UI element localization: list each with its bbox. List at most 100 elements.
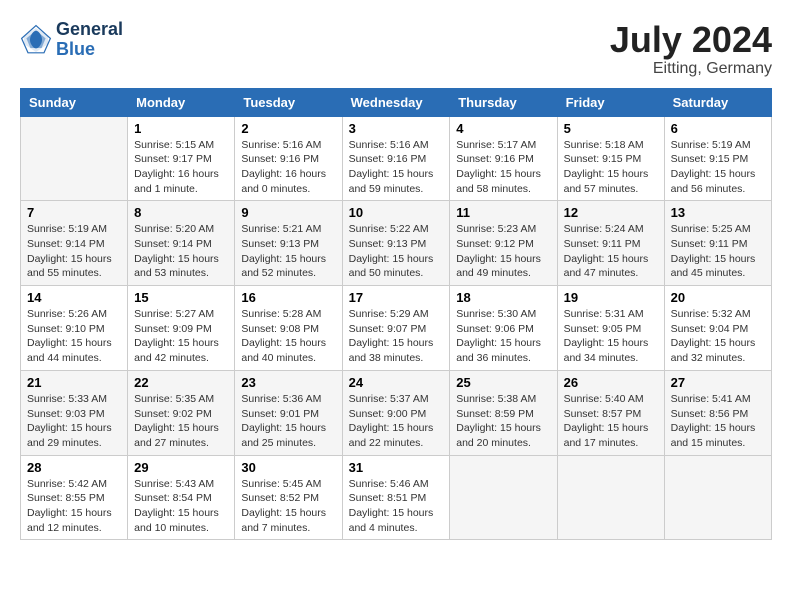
day-info: Sunrise: 5:24 AM Sunset: 9:11 PM Dayligh… bbox=[564, 222, 658, 281]
calendar-cell: 27Sunrise: 5:41 AM Sunset: 8:56 PM Dayli… bbox=[664, 370, 771, 455]
day-number: 14 bbox=[27, 290, 121, 305]
day-info: Sunrise: 5:16 AM Sunset: 9:16 PM Dayligh… bbox=[349, 138, 444, 197]
calendar-table: SundayMondayTuesdayWednesdayThursdayFrid… bbox=[20, 88, 772, 541]
page-header: GeneralBlue July 2024 Eitting, Germany bbox=[20, 20, 772, 78]
calendar-cell: 4Sunrise: 5:17 AM Sunset: 9:16 PM Daylig… bbox=[450, 116, 557, 201]
day-info: Sunrise: 5:42 AM Sunset: 8:55 PM Dayligh… bbox=[27, 477, 121, 536]
calendar-cell: 14 Sunrise: 5:26 AM Sunset: 9:10 PM Dayli… bbox=[21, 286, 128, 371]
day-number: 18 bbox=[456, 290, 550, 305]
logo-text: GeneralBlue bbox=[56, 20, 123, 60]
calendar-cell: 10 Sunrise: 5:22 AM Sunset: 9:13 PM Dayli… bbox=[342, 201, 450, 286]
calendar-cell: 6 Sunrise: 5:19 AM Sunset: 9:15 PM Daylig… bbox=[664, 116, 771, 201]
day-info: Sunrise: 5:20 AM Sunset: 9:14 PM Dayligh… bbox=[134, 222, 228, 281]
calendar-cell: 26 Sunrise: 5:40 AM Sunset: 8:57 PM Dayli… bbox=[557, 370, 664, 455]
calendar-cell: 24 Sunrise: 5:37 AM Sunset: 9:00 PM Dayli… bbox=[342, 370, 450, 455]
day-number: 7 bbox=[27, 205, 121, 220]
calendar-cell: 18 Sunrise: 5:30 AM Sunset: 9:06 PM Dayli… bbox=[450, 286, 557, 371]
day-info: Sunrise: 5:26 AM Sunset: 9:10 PM Dayligh… bbox=[27, 307, 121, 366]
day-number: 24 bbox=[349, 375, 444, 390]
day-number: 26 bbox=[564, 375, 658, 390]
calendar-cell: 13 Sunrise: 5:25 AM Sunset: 9:11 PM Dayli… bbox=[664, 201, 771, 286]
location: Eitting, Germany bbox=[610, 60, 772, 78]
calendar-cell: 19Sunrise: 5:31 AM Sunset: 9:05 PM Dayli… bbox=[557, 286, 664, 371]
day-number: 5 bbox=[564, 121, 658, 136]
calendar-cell: 28 Sunrise: 5:42 AM Sunset: 8:55 PM Dayli… bbox=[21, 455, 128, 540]
day-number: 8 bbox=[134, 205, 228, 220]
day-info: Sunrise: 5:15 AM Sunset: 9:17 PM Dayligh… bbox=[134, 138, 228, 197]
day-number: 20 bbox=[671, 290, 765, 305]
day-info: Sunrise: 5:19 AM Sunset: 9:14 PM Dayligh… bbox=[27, 222, 121, 281]
day-number: 22 bbox=[134, 375, 228, 390]
calendar-cell: 7 Sunrise: 5:19 AM Sunset: 9:14 PM Daylig… bbox=[21, 201, 128, 286]
calendar-cell: 31Sunrise: 5:46 AM Sunset: 8:51 PM Dayli… bbox=[342, 455, 450, 540]
calendar-cell: 29Sunrise: 5:43 AM Sunset: 8:54 PM Dayli… bbox=[128, 455, 235, 540]
calendar-cell: 9Sunrise: 5:21 AM Sunset: 9:13 PM Daylig… bbox=[235, 201, 342, 286]
day-info: Sunrise: 5:36 AM Sunset: 9:01 PM Dayligh… bbox=[241, 392, 335, 451]
day-of-week-header: Wednesday bbox=[342, 88, 450, 116]
day-info: Sunrise: 5:17 AM Sunset: 9:16 PM Dayligh… bbox=[456, 138, 550, 197]
calendar-cell: 20 Sunrise: 5:32 AM Sunset: 9:04 PM Dayli… bbox=[664, 286, 771, 371]
calendar-cell bbox=[664, 455, 771, 540]
day-number: 3 bbox=[349, 121, 444, 136]
day-number: 30 bbox=[241, 460, 335, 475]
day-info: Sunrise: 5:29 AM Sunset: 9:07 PM Dayligh… bbox=[349, 307, 444, 366]
day-number: 13 bbox=[671, 205, 765, 220]
day-number: 21 bbox=[27, 375, 121, 390]
day-of-week-header: Monday bbox=[128, 88, 235, 116]
day-number: 2 bbox=[241, 121, 335, 136]
day-of-week-header: Friday bbox=[557, 88, 664, 116]
calendar-cell: 15Sunrise: 5:27 AM Sunset: 9:09 PM Dayli… bbox=[128, 286, 235, 371]
day-number: 10 bbox=[349, 205, 444, 220]
calendar-cell: 17Sunrise: 5:29 AM Sunset: 9:07 PM Dayli… bbox=[342, 286, 450, 371]
day-number: 11 bbox=[456, 205, 550, 220]
calendar-cell: 1Sunrise: 5:15 AM Sunset: 9:17 PM Daylig… bbox=[128, 116, 235, 201]
day-info: Sunrise: 5:38 AM Sunset: 8:59 PM Dayligh… bbox=[456, 392, 550, 451]
logo-icon bbox=[20, 24, 52, 56]
calendar-cell: 25 Sunrise: 5:38 AM Sunset: 8:59 PM Dayli… bbox=[450, 370, 557, 455]
day-info: Sunrise: 5:43 AM Sunset: 8:54 PM Dayligh… bbox=[134, 477, 228, 536]
day-of-week-header: Saturday bbox=[664, 88, 771, 116]
day-of-week-header: Thursday bbox=[450, 88, 557, 116]
day-info: Sunrise: 5:23 AM Sunset: 9:12 PM Dayligh… bbox=[456, 222, 550, 281]
calendar-cell: 12Sunrise: 5:24 AM Sunset: 9:11 PM Dayli… bbox=[557, 201, 664, 286]
day-info: Sunrise: 5:30 AM Sunset: 9:06 PM Dayligh… bbox=[456, 307, 550, 366]
day-info: Sunrise: 5:40 AM Sunset: 8:57 PM Dayligh… bbox=[564, 392, 658, 451]
day-info: Sunrise: 5:32 AM Sunset: 9:04 PM Dayligh… bbox=[671, 307, 765, 366]
day-info: Sunrise: 5:16 AM Sunset: 9:16 PM Dayligh… bbox=[241, 138, 335, 197]
day-number: 6 bbox=[671, 121, 765, 136]
day-number: 16 bbox=[241, 290, 335, 305]
calendar-cell bbox=[21, 116, 128, 201]
calendar-cell: 5 Sunrise: 5:18 AM Sunset: 9:15 PM Daylig… bbox=[557, 116, 664, 201]
day-info: Sunrise: 5:25 AM Sunset: 9:11 PM Dayligh… bbox=[671, 222, 765, 281]
calendar-cell: 30 Sunrise: 5:45 AM Sunset: 8:52 PM Dayli… bbox=[235, 455, 342, 540]
logo: GeneralBlue bbox=[20, 20, 123, 60]
day-info: Sunrise: 5:37 AM Sunset: 9:00 PM Dayligh… bbox=[349, 392, 444, 451]
day-info: Sunrise: 5:46 AM Sunset: 8:51 PM Dayligh… bbox=[349, 477, 444, 536]
day-number: 27 bbox=[671, 375, 765, 390]
day-info: Sunrise: 5:22 AM Sunset: 9:13 PM Dayligh… bbox=[349, 222, 444, 281]
calendar-cell: 23 Sunrise: 5:36 AM Sunset: 9:01 PM Dayli… bbox=[235, 370, 342, 455]
calendar-cell: 22Sunrise: 5:35 AM Sunset: 9:02 PM Dayli… bbox=[128, 370, 235, 455]
title-block: July 2024 Eitting, Germany bbox=[610, 20, 772, 78]
calendar-cell: 11 Sunrise: 5:23 AM Sunset: 9:12 PM Dayli… bbox=[450, 201, 557, 286]
day-info: Sunrise: 5:21 AM Sunset: 9:13 PM Dayligh… bbox=[241, 222, 335, 281]
day-info: Sunrise: 5:28 AM Sunset: 9:08 PM Dayligh… bbox=[241, 307, 335, 366]
month-year: July 2024 bbox=[610, 20, 772, 60]
day-number: 28 bbox=[27, 460, 121, 475]
calendar-cell: 2 Sunrise: 5:16 AM Sunset: 9:16 PM Daylig… bbox=[235, 116, 342, 201]
day-info: Sunrise: 5:18 AM Sunset: 9:15 PM Dayligh… bbox=[564, 138, 658, 197]
calendar-cell: 8 Sunrise: 5:20 AM Sunset: 9:14 PM Daylig… bbox=[128, 201, 235, 286]
calendar-cell: 21 Sunrise: 5:33 AM Sunset: 9:03 PM Dayli… bbox=[21, 370, 128, 455]
calendar-cell: 3 Sunrise: 5:16 AM Sunset: 9:16 PM Daylig… bbox=[342, 116, 450, 201]
day-number: 25 bbox=[456, 375, 550, 390]
calendar-cell bbox=[557, 455, 664, 540]
day-number: 19 bbox=[564, 290, 658, 305]
day-of-week-header: Tuesday bbox=[235, 88, 342, 116]
day-number: 23 bbox=[241, 375, 335, 390]
day-info: Sunrise: 5:45 AM Sunset: 8:52 PM Dayligh… bbox=[241, 477, 335, 536]
day-number: 15 bbox=[134, 290, 228, 305]
calendar-cell bbox=[450, 455, 557, 540]
calendar-cell: 16 Sunrise: 5:28 AM Sunset: 9:08 PM Dayli… bbox=[235, 286, 342, 371]
day-info: Sunrise: 5:19 AM Sunset: 9:15 PM Dayligh… bbox=[671, 138, 765, 197]
day-info: Sunrise: 5:33 AM Sunset: 9:03 PM Dayligh… bbox=[27, 392, 121, 451]
